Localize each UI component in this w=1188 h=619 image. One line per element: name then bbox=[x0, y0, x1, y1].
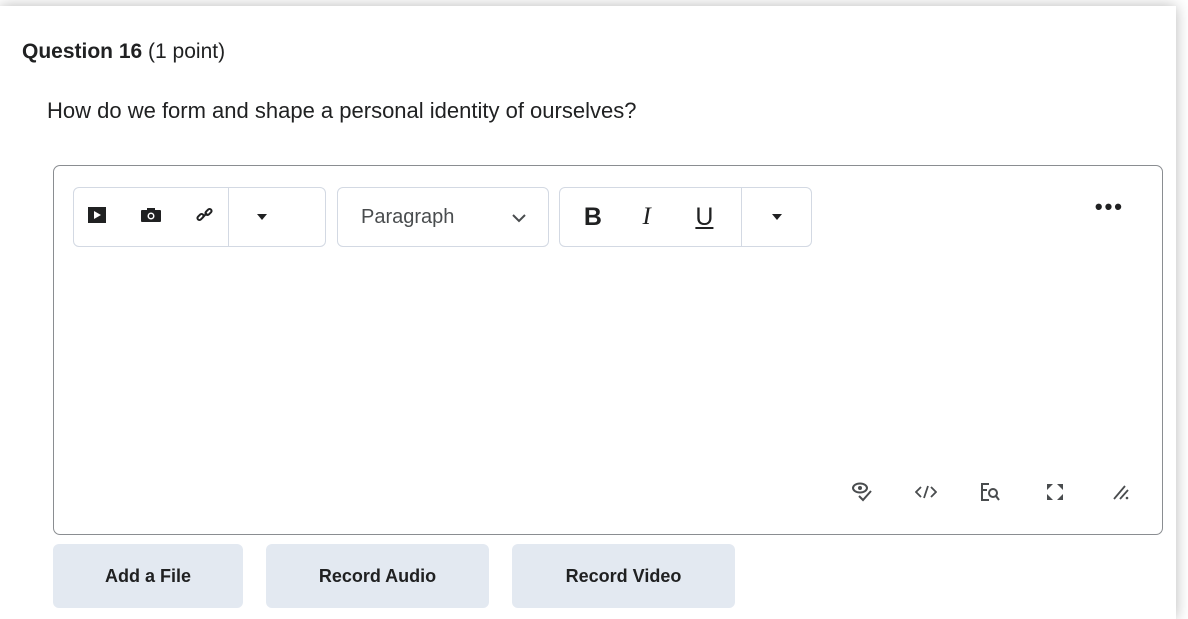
question-prompt: How do we form and shape a personal iden… bbox=[47, 98, 637, 123]
insert-media-button[interactable] bbox=[74, 188, 120, 246]
insert-image-icon bbox=[140, 207, 162, 228]
question-number: Question 16 bbox=[22, 40, 143, 63]
insert-link-icon bbox=[195, 205, 215, 230]
insert-toolbar-group bbox=[73, 187, 326, 247]
insert-image-button[interactable] bbox=[120, 188, 182, 246]
source-code-button[interactable] bbox=[906, 474, 946, 514]
resize-handle-icon bbox=[1111, 483, 1129, 506]
paragraph-format-select[interactable]: Paragraph bbox=[338, 188, 548, 246]
paragraph-format-label: Paragraph bbox=[361, 205, 455, 228]
question-title: Question 16 (1 point) bbox=[22, 40, 225, 64]
question-card: Question 16 (1 point) How do we form and… bbox=[0, 6, 1176, 619]
accessibility-check-button[interactable] bbox=[842, 474, 882, 514]
resize-handle[interactable] bbox=[1100, 474, 1140, 514]
fullscreen-button[interactable] bbox=[1035, 474, 1075, 514]
dropdown-arrow-icon bbox=[771, 208, 783, 226]
more-options-button[interactable]: ••• bbox=[1095, 194, 1124, 220]
source-code-icon bbox=[914, 485, 938, 504]
format-more-dropdown[interactable] bbox=[741, 188, 811, 246]
accessibility-check-icon bbox=[851, 481, 873, 508]
insert-media-icon bbox=[87, 206, 107, 229]
preview-button[interactable] bbox=[970, 474, 1010, 514]
insert-link-button[interactable] bbox=[182, 188, 228, 246]
question-points: (1 point) bbox=[148, 40, 226, 63]
italic-button[interactable]: I bbox=[626, 188, 668, 246]
record-audio-button[interactable]: Record Audio bbox=[266, 544, 489, 608]
dropdown-arrow-icon bbox=[256, 208, 268, 226]
preview-icon bbox=[980, 482, 1000, 507]
chevron-down-icon bbox=[512, 206, 526, 229]
rich-text-editor[interactable]: Paragraph B I U ••• bbox=[53, 165, 1163, 535]
bold-button[interactable]: B bbox=[560, 188, 626, 246]
add-file-button[interactable]: Add a File bbox=[53, 544, 243, 608]
underline-button[interactable]: U bbox=[668, 188, 742, 246]
block-format-group: Paragraph bbox=[337, 187, 549, 247]
text-format-group: B I U bbox=[559, 187, 812, 247]
record-video-button[interactable]: Record Video bbox=[512, 544, 735, 608]
fullscreen-icon bbox=[1046, 483, 1064, 506]
insert-more-dropdown[interactable] bbox=[228, 188, 294, 246]
editor-text-area[interactable] bbox=[74, 261, 1142, 461]
